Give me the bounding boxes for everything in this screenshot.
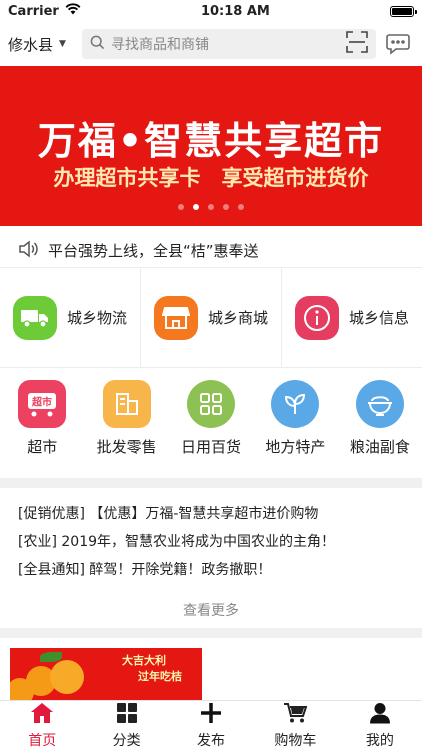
tab-label: 购物车	[274, 732, 317, 749]
service-info[interactable]: 城乡信息	[282, 268, 422, 367]
plus-icon	[200, 702, 222, 728]
service-row: 城乡物流 城乡商城 城乡信息	[0, 268, 422, 368]
orange-illustration	[50, 660, 84, 694]
pager-dot-active[interactable]	[193, 204, 199, 210]
clock: 10:18 AM	[200, 3, 270, 19]
tab-cart[interactable]: 购物车	[253, 701, 337, 750]
top-bar: 修水县 ▼ 寻找商品和商铺	[0, 28, 422, 60]
tab-publish[interactable]: 发布	[169, 701, 253, 750]
scan-icon[interactable]	[346, 31, 368, 57]
service-label: 城乡商城	[207, 309, 268, 327]
caret-down-icon: ▼	[59, 39, 66, 49]
tab-label: 发布	[197, 732, 226, 749]
category-daily-goods[interactable]: 日用百货	[169, 380, 253, 472]
status-bar: Carrier 10:18 AM	[0, 0, 422, 22]
category-supermarket[interactable]: 超市 超市	[0, 380, 84, 472]
category-row: 超市 超市 批发零售 日用百货 地方特产 粮油副食	[0, 380, 422, 472]
wifi-icon	[65, 3, 81, 19]
tab-category[interactable]: 分类	[84, 701, 168, 750]
location-label: 修水县	[8, 35, 54, 54]
banner-pager[interactable]	[0, 204, 422, 210]
pager-dot[interactable]	[223, 204, 229, 210]
user-icon	[369, 702, 391, 728]
news-item[interactable]: [促销优惠] 【优惠】万福-智慧共享超市进价购物	[18, 500, 404, 528]
search-input[interactable]: 寻找商品和商铺	[111, 34, 340, 54]
category-local-specialty[interactable]: 地方特产	[253, 380, 337, 472]
section-divider	[0, 478, 422, 488]
promo-banner[interactable]: 万福•智慧共享超市 办理超市共享卡 享受超市进货价	[0, 66, 422, 226]
category-wholesale[interactable]: 批发零售	[84, 380, 168, 472]
category-grain-oil[interactable]: 粮油副食	[338, 380, 422, 472]
cart-icon	[283, 702, 308, 728]
battery-icon	[389, 5, 417, 17]
tab-label: 分类	[112, 732, 141, 749]
leaf-icon	[271, 380, 320, 428]
category-label: 超市	[27, 438, 58, 456]
status-right	[389, 5, 417, 17]
truck-icon	[12, 295, 57, 340]
carrier-label: Carrier	[8, 3, 59, 19]
service-label: 城乡信息	[348, 309, 409, 327]
status-left: Carrier	[8, 3, 81, 19]
tab-label: 首页	[28, 732, 57, 749]
store-icon	[153, 295, 198, 340]
banner-subtitle: 办理超市共享卡 享受超市进货价	[53, 165, 369, 190]
service-label: 城乡物流	[66, 309, 127, 327]
supermarket-icon: 超市	[18, 380, 67, 428]
promo-line2: 过年吃桔	[138, 670, 182, 683]
bowl-icon	[355, 380, 404, 428]
tab-label: 我的	[365, 732, 394, 749]
see-more-link[interactable]: 查看更多	[0, 600, 422, 620]
tab-bar: 首页 分类 发布 购物车 我的	[0, 700, 422, 750]
news-item[interactable]: [全县通知] 醉驾！开除党籍！政务撤职！	[18, 556, 404, 584]
grid-icon	[187, 380, 236, 428]
category-label: 粮油副食	[349, 438, 410, 456]
search-bar[interactable]: 寻找商品和商铺	[82, 29, 376, 59]
notice-text: 平台强势上线，全县“桔”惠奉送	[48, 242, 259, 260]
svg-text:超市: 超市	[31, 396, 52, 409]
tab-mine[interactable]: 我的	[338, 701, 422, 750]
wholesale-icon	[102, 380, 151, 428]
message-icon[interactable]	[382, 33, 414, 55]
news-item[interactable]: [农业] 2019年，智慧农业将成为中国农业的主角！	[18, 528, 404, 556]
promo-card[interactable]: 大吉大利 过年吃桔	[10, 648, 202, 700]
news-list: [促销优惠] 【优惠】万福-智慧共享超市进价购物 [农业] 2019年，智慧农业…	[0, 500, 422, 584]
section-divider	[0, 628, 422, 638]
leaf-illustration	[40, 652, 62, 662]
notice-bar[interactable]: 平台强势上线，全县“桔”惠奉送	[0, 234, 422, 268]
pager-dot[interactable]	[178, 204, 184, 210]
category-icon	[116, 702, 138, 728]
pager-dot[interactable]	[208, 204, 214, 210]
home-icon	[30, 702, 54, 728]
service-logistics[interactable]: 城乡物流	[0, 268, 141, 367]
category-label: 日用百货	[181, 438, 242, 456]
category-label: 地方特产	[265, 438, 326, 456]
banner-title: 万福•智慧共享超市	[37, 118, 385, 163]
promo-line1: 大吉大利	[122, 654, 166, 667]
search-icon	[90, 35, 105, 54]
category-label: 批发零售	[96, 438, 157, 456]
service-mall[interactable]: 城乡商城	[141, 268, 282, 367]
tab-home[interactable]: 首页	[0, 701, 84, 750]
location-selector[interactable]: 修水县 ▼	[8, 34, 76, 55]
pager-dot[interactable]	[238, 204, 244, 210]
info-icon	[294, 295, 339, 340]
speaker-icon	[18, 239, 40, 263]
